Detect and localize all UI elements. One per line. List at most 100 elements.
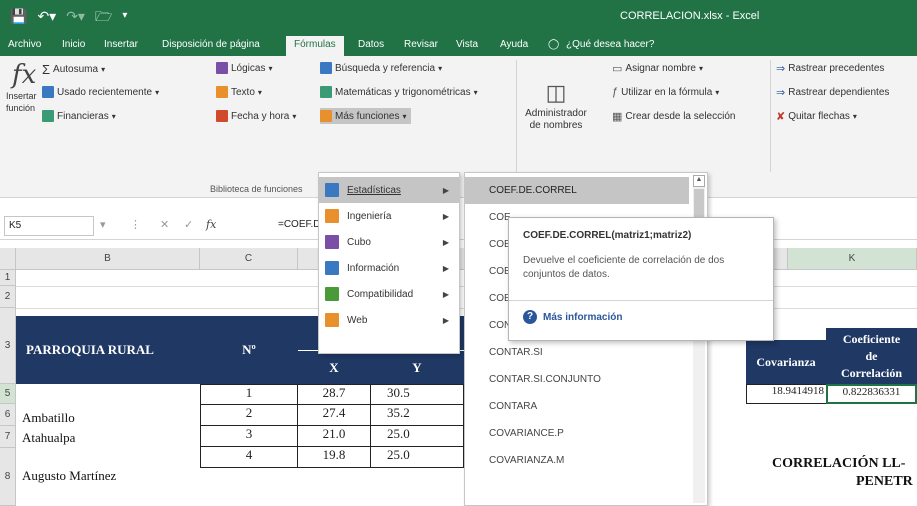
cell-parroquia[interactable]: Ambatillo [22, 410, 75, 426]
autosum-button[interactable]: Σ Autosuma ▾ [42, 62, 105, 77]
function-item-coef-de-correl[interactable]: COEF.DE.CORREL [465, 177, 689, 204]
cell-x[interactable]: 19.8 [297, 446, 371, 468]
cell-y[interactable]: 30.5 [370, 384, 464, 405]
name-manager-button[interactable]: ◫ Administrador de nombres [524, 80, 588, 132]
web-icon [325, 313, 339, 327]
tab-revisar[interactable]: Revisar [404, 39, 438, 50]
tell-me-box[interactable]: ¿Qué desea hacer? [566, 39, 654, 50]
chart-title-line-2: PENETR [856, 474, 913, 489]
tab-ayuda[interactable]: Ayuda [500, 39, 528, 50]
tab-datos[interactable]: Datos [358, 39, 384, 50]
more-info-link[interactable]: ? Más información [523, 310, 622, 324]
cell-parroquia[interactable]: Augusto Martínez [22, 468, 116, 484]
cell-y[interactable]: 25.0 [370, 425, 464, 447]
cell-n[interactable]: 4 [200, 446, 298, 468]
recent-button[interactable]: Usado recientemente ▾ [42, 86, 159, 98]
menu-item-ingenieria[interactable]: Ingeniería ▶ [319, 203, 459, 229]
trace-precedents-button[interactable]: ⇒ Rastrear precedentes [776, 62, 884, 75]
tab-disposicion[interactable]: Disposición de página [162, 39, 260, 50]
create-from-selection-button[interactable]: ▦ Crear desde la selección [612, 110, 735, 123]
chevron-down-icon: ▾ [473, 87, 478, 97]
formula-input[interactable]: =COEF.D [278, 219, 321, 230]
redo-icon[interactable]: ↷▾ [66, 8, 85, 24]
check-icon[interactable]: ✓ [184, 218, 193, 231]
math-button[interactable]: Matemáticas y trigonométricas ▾ [320, 86, 478, 98]
name-box[interactable]: K5 [4, 216, 94, 236]
datetime-button[interactable]: Fecha y hora ▾ [216, 110, 296, 122]
row-header-3[interactable]: 3 [0, 308, 16, 384]
scroll-up-icon[interactable]: ▲ [693, 175, 705, 187]
header-parroquia: PARROQUIA RURAL [16, 316, 200, 384]
function-item[interactable]: CONTARA [465, 393, 689, 420]
menu-item-estadisticas[interactable]: Estadísticas ▶ [319, 177, 459, 203]
remove-arrows-button[interactable]: ✘ Quitar flechas ▾ [776, 110, 857, 123]
save-icon[interactable]: 💾 [10, 8, 27, 24]
row-header-5[interactable]: 5 [0, 384, 16, 404]
coef-header-line-1: Coeficiente [842, 331, 901, 346]
folder-icon[interactable]: 🗁 [95, 8, 112, 24]
cancel-icon[interactable]: ✕ [160, 218, 169, 231]
window-title: CORRELACION.xlsx - Excel [620, 10, 760, 22]
cell-n[interactable]: 3 [200, 425, 298, 447]
cell-y[interactable]: 25.0 [370, 446, 464, 468]
cell-n[interactable]: 1 [200, 384, 298, 405]
fx-icon[interactable]: fx [206, 218, 216, 231]
function-item[interactable]: CONTAR.SI [465, 339, 689, 366]
row-header-8[interactable]: 8 [0, 448, 16, 506]
tab-archivo[interactable]: Archivo [8, 39, 41, 50]
undo-icon[interactable]: ↶▾ [37, 8, 56, 24]
tab-inicio[interactable]: Inicio [62, 39, 85, 50]
title-bar: 💾 ↶▾ ↷▾ 🗁 ▾ CORRELACION.xlsx - Excel [0, 0, 917, 34]
coef-header: Coeficiente de Correlación [826, 328, 917, 384]
define-name-button[interactable]: ▭ Asignar nombre ▾ [612, 62, 703, 75]
tab-formulas[interactable]: Fórmulas [286, 36, 344, 56]
menu-item-cubo[interactable]: Cubo ▶ [319, 229, 459, 255]
trace-precedents-label: Rastrear precedentes [788, 63, 885, 74]
trace-dependents-button[interactable]: ⇒ Rastrear dependientes [776, 86, 889, 99]
insert-function-button[interactable]: fx Insertar función [6, 60, 42, 114]
tab-insertar[interactable]: Insertar [104, 39, 138, 50]
row-header-2[interactable]: 2 [0, 286, 16, 308]
function-item[interactable]: CONTAR.SI.CONJUNTO [465, 366, 689, 393]
cell-n[interactable]: 2 [200, 404, 298, 426]
help-icon: ? [523, 310, 537, 324]
logical-button[interactable]: Lógicas ▾ [216, 62, 272, 74]
customize-qat-icon[interactable]: ▾ [122, 8, 127, 24]
insert-function-label: Insertar función [6, 91, 37, 113]
menu-item-compatibilidad[interactable]: Compatibilidad ▶ [319, 281, 459, 307]
row-header-7[interactable]: 7 [0, 426, 16, 448]
tab-vista[interactable]: Vista [456, 39, 478, 50]
cell-y[interactable]: 35.2 [370, 404, 464, 426]
cell-x[interactable]: 28.7 [297, 384, 371, 405]
column-header-c[interactable]: C [200, 248, 298, 270]
chevron-down-icon: ▾ [101, 65, 106, 74]
menu-item-web[interactable]: Web ▶ [319, 307, 459, 333]
column-header-k[interactable]: K [788, 248, 917, 270]
financial-button[interactable]: Financieras ▾ [42, 110, 116, 122]
menu-item-label: Ingeniería [347, 210, 392, 222]
lightbulb-icon: ◯ [548, 39, 560, 50]
quick-access-toolbar: 💾 ↶▾ ↷▾ 🗁 ▾ [10, 8, 127, 24]
row-header-1[interactable]: 1 [0, 270, 16, 286]
more-functions-button[interactable]: Más funciones ▾ [320, 108, 411, 124]
chevron-down-icon: ▾ [268, 63, 273, 73]
row-header-6[interactable]: 6 [0, 404, 16, 426]
cell-x[interactable]: 27.4 [297, 404, 371, 426]
function-item[interactable]: COVARIANZA.M [465, 447, 689, 474]
text-button[interactable]: Texto ▾ [216, 86, 262, 98]
sigma-icon: Σ [42, 62, 51, 77]
column-header-b[interactable]: B [16, 248, 200, 270]
trace-dependents-icon: ⇒ [776, 87, 786, 99]
select-all-corner[interactable] [0, 248, 16, 270]
lookup-button[interactable]: Búsqueda y referencia ▾ [320, 62, 442, 74]
coef-value-selected[interactable]: 0.822836331 [826, 384, 917, 404]
cell-x[interactable]: 21.0 [297, 425, 371, 447]
menu-item-informacion[interactable]: Información ▶ [319, 255, 459, 281]
function-library-label: Biblioteca de funciones [210, 184, 303, 194]
cell-parroquia[interactable]: Atahualpa [22, 430, 75, 446]
use-in-formula-button[interactable]: ƒ Utilizar en la fórmula ▾ [612, 86, 719, 98]
covarianza-value[interactable]: 18.9414918 [746, 384, 827, 404]
lookup-label: Búsqueda y referencia [335, 62, 436, 74]
chevron-down-icon[interactable]: ▾ [100, 218, 106, 231]
function-item[interactable]: COVARIANCE.P [465, 420, 689, 447]
